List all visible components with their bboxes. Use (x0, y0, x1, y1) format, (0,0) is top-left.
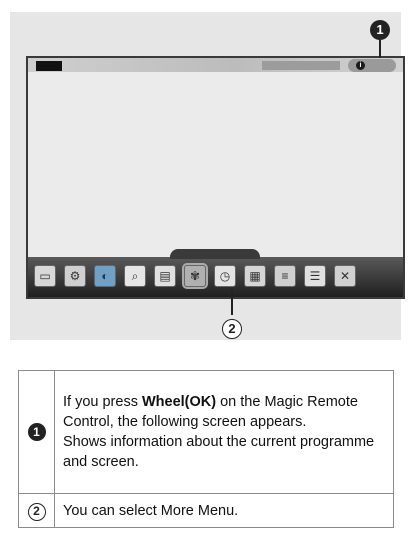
callout-1-marker: 1 (27, 423, 46, 441)
search-icon[interactable]: ⌕ (124, 265, 146, 287)
tv-screen: i ▭ ⚙ ◐ ⌕ ▤ ✾ ◷ ▦ ≡ ☰ ✕ (26, 56, 405, 299)
row-text-line2: Shows information about the current prog… (63, 434, 375, 470)
callout-2-marker: 2 (27, 502, 46, 521)
clock-icon[interactable]: ◷ (214, 265, 236, 287)
close-icon[interactable]: ✕ (334, 265, 356, 287)
callout-2-line (231, 289, 233, 315)
tv-guide-icon[interactable]: ▤ (154, 265, 176, 287)
settings-icon[interactable]: ⚙ (64, 265, 86, 287)
photo-icon[interactable]: ✾ (182, 263, 208, 289)
globe-icon[interactable]: ◐ (94, 265, 116, 287)
callout-1: 1 (370, 20, 390, 40)
callout-1-line (379, 40, 381, 58)
input-icon[interactable]: ▭ (34, 265, 56, 287)
game-icon[interactable]: ▦ (244, 265, 266, 287)
row-number-cell: 2 (18, 493, 55, 528)
menu-icons: ▭ ⚙ ◐ ⌕ ▤ ✾ ◷ ▦ ≡ ☰ ✕ (34, 261, 403, 291)
info-icon: i (356, 61, 365, 70)
callout-2: 2 (222, 319, 242, 339)
list-icon[interactable]: ☰ (304, 265, 326, 287)
menu-tab (170, 249, 260, 259)
row-text-part: If you press (63, 394, 142, 410)
row-text: You can select More Menu. (54, 493, 394, 528)
info-pill: i (348, 59, 396, 72)
progress-bar (262, 61, 340, 70)
table-row: 1 If you press Wheel(OK) on the Magic Re… (18, 370, 394, 494)
row-number-cell: 1 (18, 370, 55, 494)
info-bar: i (28, 58, 403, 72)
row-text: If you press Wheel(OK) on the Magic Remo… (54, 370, 394, 494)
more-menu-bar: ▭ ⚙ ◐ ⌕ ▤ ✾ ◷ ▦ ≡ ☰ ✕ (28, 249, 403, 297)
user-guide-icon[interactable]: ≡ (274, 265, 296, 287)
description-table: 1 If you press Wheel(OK) on the Magic Re… (18, 370, 394, 528)
wheel-ok-label: Wheel(OK) (141, 394, 217, 410)
table-row: 2 You can select More Menu. (18, 493, 394, 528)
channel-indicator (36, 61, 62, 71)
